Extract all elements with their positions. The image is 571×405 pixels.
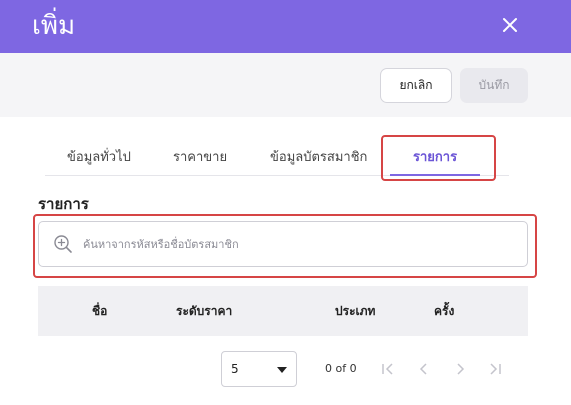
rows-per-page-select[interactable]: 5 <box>221 351 297 387</box>
dialog-header: เพิ่ม <box>0 0 571 53</box>
next-page-icon[interactable] <box>452 361 468 377</box>
column-header-type[interactable]: ประเภท <box>335 302 375 321</box>
last-page-icon[interactable] <box>487 361 503 377</box>
save-button[interactable]: บันทึก <box>460 68 528 103</box>
cancel-button[interactable]: ยกเลิก <box>380 68 452 103</box>
tab-highlight-box <box>381 135 496 181</box>
column-header-price-level[interactable]: ระดับราคา <box>176 302 232 321</box>
zoom-in-icon <box>54 235 72 253</box>
tab-selling-price[interactable]: ราคาขาย <box>173 146 227 167</box>
table-header: ชื่อ ระดับราคา ประเภท ครั้ง <box>38 286 528 336</box>
pagination-range: 0 of 0 <box>325 362 357 375</box>
toolbar: ยกเลิก บันทึก <box>0 53 571 117</box>
dialog-title: เพิ่ม <box>32 11 76 41</box>
rows-per-page-value: 5 <box>231 362 239 376</box>
column-header-name[interactable]: ชื่อ <box>92 302 107 321</box>
tab-general-info[interactable]: ข้อมูลทั่วไป <box>67 146 131 167</box>
search-input[interactable] <box>83 233 513 255</box>
first-page-icon[interactable] <box>380 361 396 377</box>
search-field[interactable] <box>38 221 528 267</box>
section-label: รายการ <box>38 195 89 213</box>
column-header-times[interactable]: ครั้ง <box>434 302 454 321</box>
caret-down-icon <box>277 367 287 373</box>
tab-member-card-info[interactable]: ข้อมูลบัตรสมาชิก <box>270 146 367 167</box>
previous-page-icon[interactable] <box>416 361 432 377</box>
close-icon[interactable] <box>497 12 523 38</box>
